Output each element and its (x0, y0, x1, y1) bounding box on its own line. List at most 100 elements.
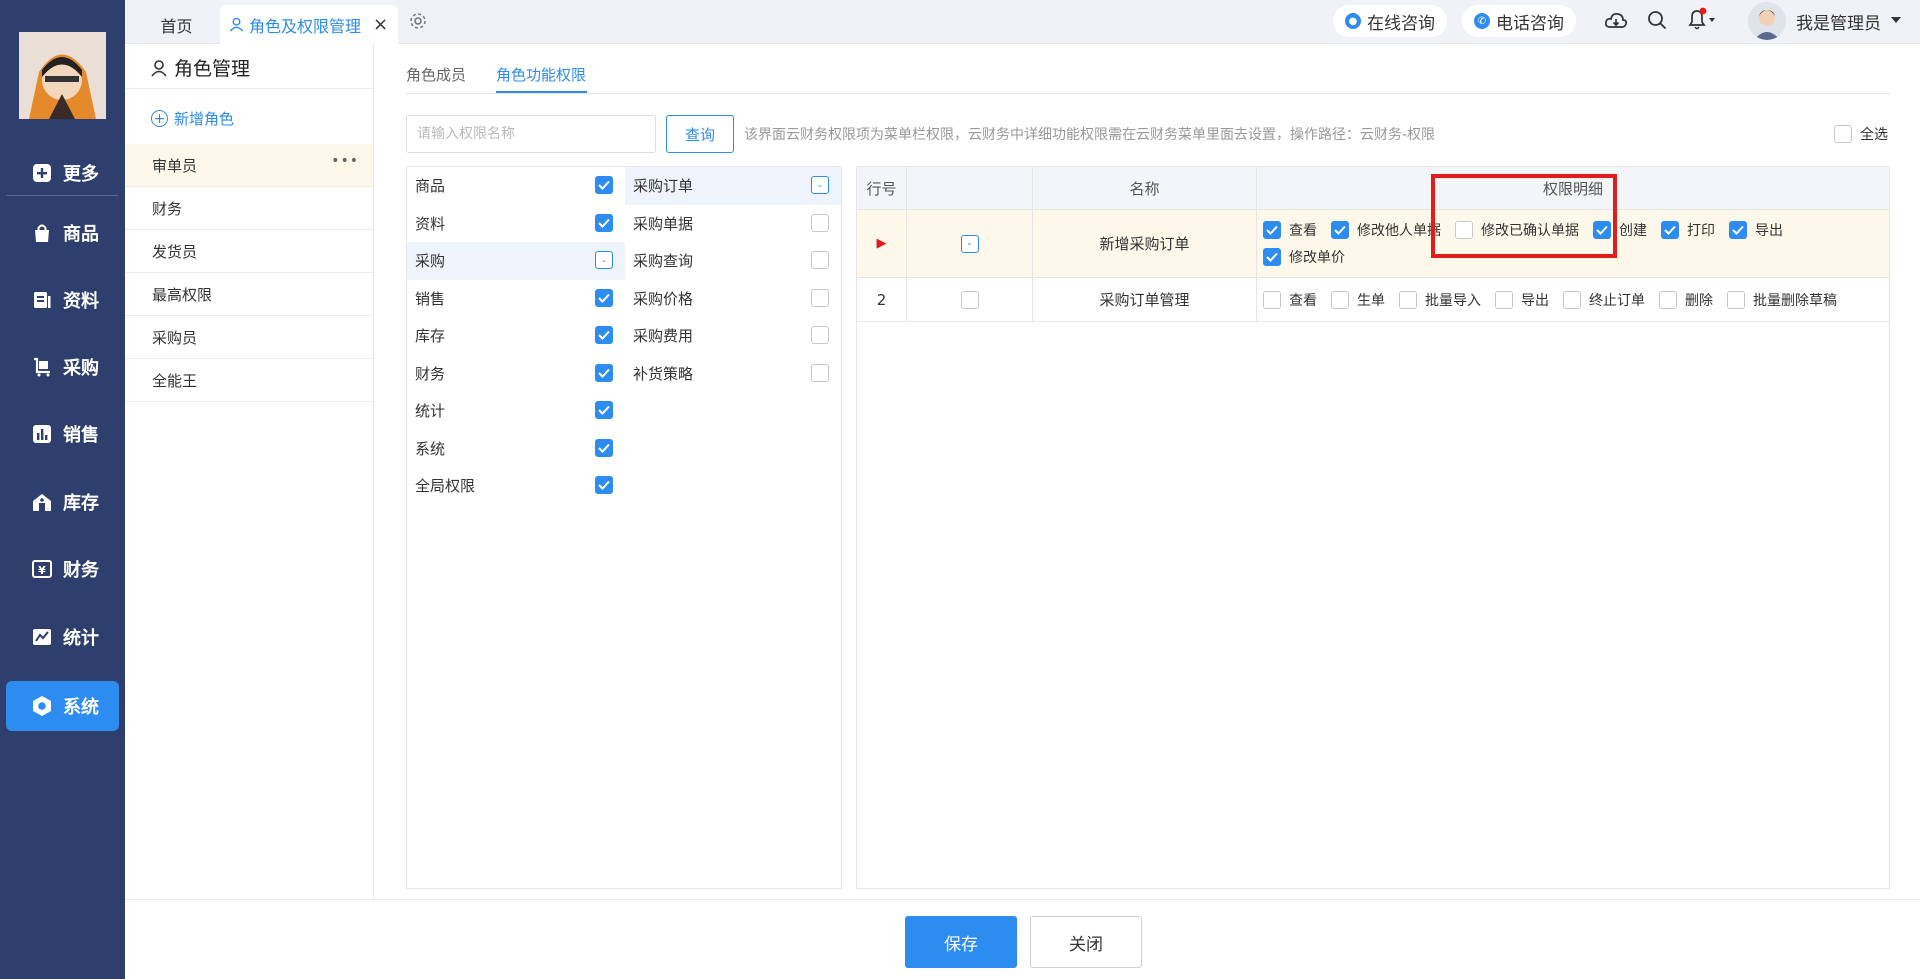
permission-option[interactable]: 修改单价 (1263, 243, 1345, 270)
gear-icon[interactable] (408, 11, 428, 35)
nav-item-goods[interactable]: 商品 (6, 208, 119, 258)
role-item[interactable]: 发货员 (125, 230, 373, 273)
checkbox-unchecked[interactable] (1331, 290, 1349, 309)
checkbox-checked[interactable] (595, 363, 613, 382)
permission-option[interactable]: 查看 (1263, 286, 1317, 313)
checkbox-unchecked[interactable] (1263, 290, 1281, 309)
checkbox-checked[interactable] (595, 213, 613, 232)
role-item[interactable]: 采购员 (125, 316, 373, 359)
permission-option[interactable]: 批量删除草稿 (1727, 286, 1837, 313)
permission-option[interactable]: 生单 (1331, 286, 1385, 313)
checkbox-checked[interactable] (595, 288, 613, 307)
permission-option[interactable]: 导出 (1729, 216, 1783, 243)
sub-category-item[interactable]: 采购费用 (625, 317, 841, 355)
phone-consult-button[interactable]: ✆ 电话咨询 (1462, 5, 1576, 37)
cloud-download-icon[interactable] (1604, 9, 1628, 37)
search-icon[interactable] (1646, 9, 1668, 35)
bell-icon[interactable] (1685, 7, 1721, 37)
close-icon[interactable]: × (373, 14, 388, 35)
add-role-button[interactable]: + 新增角色 (151, 108, 234, 129)
checkbox-checked[interactable] (1263, 220, 1281, 239)
more-icon[interactable]: ••• (331, 153, 359, 169)
checkbox-unchecked[interactable] (1659, 290, 1677, 309)
checkbox-unchecked[interactable] (1455, 220, 1473, 239)
checkbox-checked[interactable] (1331, 220, 1349, 239)
checkbox-unchecked[interactable] (811, 288, 829, 307)
save-button[interactable]: 保存 (905, 916, 1017, 968)
role-item[interactable]: 审单员 ••• (125, 144, 373, 187)
checkbox-unchecked[interactable] (1563, 290, 1581, 309)
checkbox-unchecked[interactable] (811, 326, 829, 344)
role-item[interactable]: 最高权限 (125, 273, 373, 316)
nav-item-data[interactable]: 资料 (6, 275, 119, 325)
nav-item-label: 销售 (63, 425, 99, 446)
category-item[interactable]: 采购 (407, 242, 625, 280)
checkbox-checked[interactable] (1661, 220, 1679, 239)
permission-option[interactable]: 修改他人单据 (1331, 216, 1441, 243)
permission-option[interactable]: 批量导入 (1399, 286, 1481, 313)
select-all-checkbox[interactable] (1834, 125, 1852, 143)
checkbox-unchecked[interactable] (1727, 290, 1745, 309)
checkbox-checked[interactable] (595, 401, 613, 419)
checkbox-partial[interactable] (811, 176, 829, 194)
role-item[interactable]: 全能王 (125, 359, 373, 402)
nav-item-stock[interactable]: 库存 (6, 477, 119, 527)
checkbox-checked[interactable] (595, 176, 613, 194)
checkbox-checked[interactable] (1593, 220, 1611, 239)
user-menu[interactable]: 我是管理员 (1748, 2, 1901, 40)
online-consult-button[interactable]: ● 在线咨询 (1333, 5, 1447, 37)
table-row[interactable]: ▶ 新增采购订单 查看 修改他人单据 修改已确认单据 创建 打印 导出 修改单价 (857, 210, 1889, 278)
sub-category-item[interactable]: 采购单据 (625, 205, 841, 243)
sub-category-item[interactable]: 采购查询 (625, 242, 841, 280)
checkbox-checked[interactable] (595, 476, 613, 494)
category-item[interactable]: 库存 (407, 317, 625, 355)
permission-option[interactable]: 查看 (1263, 216, 1317, 243)
close-button[interactable]: 关闭 (1030, 916, 1142, 968)
checkbox-unchecked[interactable] (960, 290, 979, 309)
category-item[interactable]: 商品 (407, 167, 625, 205)
checkbox-checked[interactable] (595, 326, 613, 344)
sub-category-item[interactable]: 采购价格 (625, 280, 841, 318)
nav-item-system[interactable]: 系统 (6, 681, 119, 731)
query-button[interactable]: 查询 (666, 115, 734, 153)
checkbox-unchecked[interactable] (811, 213, 829, 232)
role-item[interactable]: 财务 (125, 187, 373, 230)
tab-home[interactable]: 首页 (125, 5, 228, 44)
checkbox-checked[interactable] (1729, 220, 1747, 239)
permission-option[interactable]: 终止订单 (1563, 286, 1645, 313)
permission-option[interactable]: 创建 (1593, 216, 1647, 243)
tab-role-permission[interactable]: 角色及权限管理 × (220, 5, 398, 44)
category-item[interactable]: 统计 (407, 392, 625, 430)
nav-item-more[interactable]: 更多 (6, 148, 119, 198)
category-item[interactable]: 财务 (407, 355, 625, 393)
permission-option[interactable]: 删除 (1659, 286, 1713, 313)
category-item[interactable]: 资料 (407, 205, 625, 243)
checkbox-checked[interactable] (595, 438, 613, 457)
checkbox-checked[interactable] (1263, 247, 1281, 266)
select-all[interactable]: 全选 (1834, 124, 1888, 144)
tab-role-permissions[interactable]: 角色功能权限 (496, 64, 586, 85)
checkbox-unchecked[interactable] (811, 363, 829, 382)
permission-option[interactable]: 导出 (1495, 286, 1549, 313)
nav-item-stats[interactable]: 统计 (6, 612, 119, 662)
main-sidebar: 更多 商品 资料 采购 销售 库存 ¥ 财务 统计 系统 (0, 0, 125, 979)
sub-category-item[interactable]: 采购订单 (625, 167, 841, 205)
category-item[interactable]: 全局权限 (407, 467, 625, 505)
category-item[interactable]: 系统 (407, 430, 625, 468)
table-row[interactable]: 2 采购订单管理 查看 生单 批量导入 导出 终止订单 删除 批量删除草稿 (857, 278, 1889, 322)
permission-search-input[interactable] (406, 115, 656, 153)
checkbox-partial[interactable] (595, 251, 613, 269)
checkbox-unchecked[interactable] (1495, 290, 1513, 309)
nav-item-sales[interactable]: 销售 (6, 409, 119, 459)
checkbox-unchecked[interactable] (1399, 290, 1417, 309)
category-item[interactable]: 销售 (407, 280, 625, 318)
checkbox-unchecked[interactable] (811, 251, 829, 269)
tab-role-members[interactable]: 角色成员 (406, 64, 466, 85)
nav-item-finance[interactable]: ¥ 财务 (6, 544, 119, 594)
permission-option[interactable]: 修改已确认单据 (1455, 216, 1579, 243)
nav-item-purchase[interactable]: 采购 (6, 342, 119, 392)
checkbox-partial[interactable] (960, 234, 979, 253)
permission-option[interactable]: 打印 (1661, 216, 1715, 243)
sub-category-item[interactable]: 补货策略 (625, 355, 841, 393)
app-avatar[interactable] (19, 32, 106, 119)
